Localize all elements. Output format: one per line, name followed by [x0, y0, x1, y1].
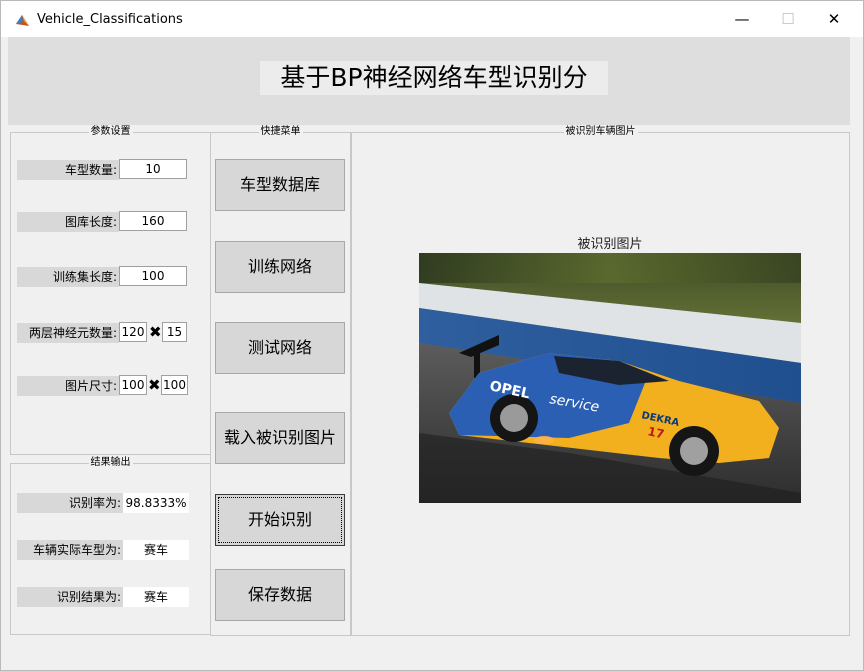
neurons-label: 两层神经元数量: [17, 323, 119, 343]
neurons-layer1-input[interactable]: 120 [119, 322, 147, 342]
img-width-input[interactable]: 100 [119, 375, 147, 395]
times-icon: ✖ [148, 376, 161, 394]
image-panel-title: 被识别车辆图片 [563, 126, 638, 137]
menu-panel-title: 快捷菜单 [258, 126, 303, 137]
train-network-button[interactable]: 训练网络 [215, 241, 345, 293]
test-network-button[interactable]: 测试网络 [215, 322, 345, 374]
results-panel-title: 结果输出 [88, 457, 133, 468]
app-window: Vehicle_Classifications — ☐ ✕ 基于BP神经网络车型… [0, 0, 864, 671]
load-image-button[interactable]: 载入被识别图片 [215, 412, 345, 464]
result-type-value: 赛车 [123, 587, 189, 607]
start-recognition-button[interactable]: 开始识别 [215, 494, 345, 546]
lib-length-label: 图库长度: [17, 212, 119, 232]
matlab-icon [16, 15, 29, 26]
title-bar: Vehicle_Classifications — ☐ ✕ [1, 1, 863, 37]
img-size-label: 图片尺寸: [17, 376, 119, 396]
figure-area: 基于BP神经网络车型识别分 参数设置 车型数量: 10 图库长度: 160 训练… [1, 37, 863, 670]
result-type-label: 识别结果为: [17, 587, 123, 607]
minimize-button[interactable]: — [719, 1, 765, 37]
save-data-button[interactable]: 保存数据 [215, 569, 345, 621]
train-length-input[interactable]: 100 [119, 266, 187, 286]
num-classes-input[interactable]: 10 [119, 159, 187, 179]
recognition-rate-label: 识别率为: [17, 493, 123, 513]
actual-type-value: 赛车 [123, 540, 189, 560]
lib-length-input[interactable]: 160 [119, 211, 187, 231]
axes-title: 被识别图片 [577, 237, 643, 252]
header-band: 基于BP神经网络车型识别分 [8, 37, 850, 125]
num-classes-label: 车型数量: [17, 160, 119, 180]
params-panel: 参数设置 车型数量: 10 图库长度: 160 训练集长度: 100 两层神经元… [10, 126, 211, 455]
maximize-button[interactable]: ☐ [765, 1, 811, 37]
car-image: OPEL service DEKRA 17 [419, 253, 801, 503]
times-icon: ✖ [149, 323, 162, 341]
page-title: 基于BP神经网络车型识别分 [260, 61, 608, 95]
params-panel-title: 参数设置 [88, 126, 133, 137]
train-length-label: 训练集长度: [17, 267, 119, 287]
neurons-layer2-input[interactable]: 15 [162, 322, 187, 342]
img-height-input[interactable]: 100 [161, 375, 188, 395]
vehicle-database-button[interactable]: 车型数据库 [215, 159, 345, 211]
actual-type-label: 车辆实际车型为: [17, 540, 123, 560]
results-panel: 结果输出 识别率为: 98.8333% 车辆实际车型为: 赛车 识别结果为: 赛… [10, 457, 211, 635]
close-button[interactable]: ✕ [811, 1, 857, 37]
recognition-rate-value: 98.8333% [123, 493, 189, 513]
window-title: Vehicle_Classifications [37, 12, 183, 27]
